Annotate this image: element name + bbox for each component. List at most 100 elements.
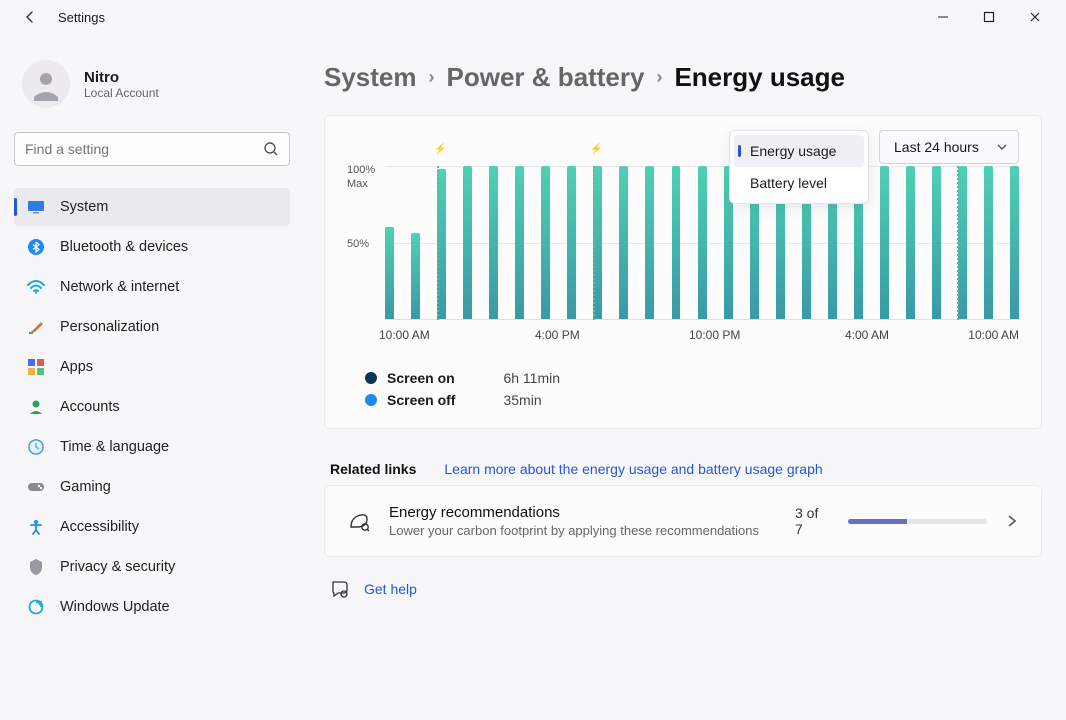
sidebar-item-network[interactable]: Network & internet (14, 268, 290, 306)
gamepad-icon (26, 477, 46, 497)
related-label: Related links (330, 461, 416, 477)
chart-bar[interactable] (567, 166, 576, 319)
charge-marker (593, 166, 595, 320)
legend-off-label: Screen off (387, 392, 455, 408)
get-help-row[interactable]: Get help (324, 557, 1042, 621)
avatar (22, 60, 70, 108)
chart-bar[interactable] (698, 166, 707, 319)
clock-icon (26, 437, 46, 457)
legend-on-value: 6h 11min (503, 370, 560, 386)
accessibility-icon (26, 517, 46, 537)
titlebar: Settings (0, 0, 1066, 34)
system-icon (26, 197, 46, 217)
profile-block[interactable]: Nitro Local Account (14, 48, 290, 126)
sidebar-item-privacy[interactable]: Privacy & security (14, 548, 290, 586)
rec-title: Energy recommendations (389, 504, 759, 521)
search-icon (263, 141, 279, 157)
sidebar-item-label: Apps (60, 359, 93, 375)
search-box[interactable] (14, 132, 290, 166)
close-button[interactable] (1012, 0, 1058, 34)
sidebar-item-personalization[interactable]: Personalization (14, 308, 290, 346)
breadcrumb: System › Power & battery › Energy usage (324, 62, 1042, 93)
metric-popup: Energy usage Battery level (729, 130, 869, 204)
help-label: Get help (364, 581, 417, 597)
sidebar-item-gaming[interactable]: Gaming (14, 468, 290, 506)
sidebar-item-label: Bluetooth & devices (60, 239, 188, 255)
y-label-100: 100% (347, 164, 375, 176)
back-button[interactable] (18, 5, 42, 29)
chart-bar[interactable] (515, 166, 524, 319)
update-icon (26, 597, 46, 617)
leaf-icon (347, 509, 371, 533)
charge-marker (437, 166, 439, 320)
x-tick: 10:00 AM (968, 328, 1019, 342)
sidebar-item-bluetooth[interactable]: Bluetooth & devices (14, 228, 290, 266)
help-icon (330, 579, 350, 599)
sidebar-item-apps[interactable]: Apps (14, 348, 290, 386)
rec-progress-bar (848, 519, 987, 524)
charging-icon: ⚡ (434, 144, 446, 155)
maximize-button[interactable] (966, 0, 1012, 34)
sidebar-item-label: Accounts (60, 399, 120, 415)
chevron-down-icon (996, 141, 1008, 153)
chevron-right-icon: › (429, 67, 435, 88)
related-link[interactable]: Learn more about the energy usage and ba… (444, 461, 822, 477)
person-icon (26, 397, 46, 417)
profile-name: Nitro (84, 69, 159, 86)
sidebar-item-accounts[interactable]: Accounts (14, 388, 290, 426)
legend-on-label: Screen on (387, 370, 455, 386)
rec-subtitle: Lower your carbon footprint by applying … (389, 523, 759, 538)
charging-icon: ⚡ (590, 144, 602, 155)
bluetooth-icon (26, 237, 46, 257)
sidebar-item-label: System (60, 199, 108, 215)
minimize-button[interactable] (920, 0, 966, 34)
chart-bar[interactable] (463, 166, 472, 319)
sidebar-item-label: Accessibility (60, 519, 139, 535)
chart-panel: Energy usage Battery level Last 24 hours… (324, 115, 1042, 429)
chart-bar[interactable] (619, 166, 628, 319)
x-tick: 4:00 PM (535, 328, 580, 342)
popup-item-energy[interactable]: Energy usage (734, 135, 864, 167)
chart-bar[interactable] (645, 166, 654, 319)
legend-swatch-off (365, 394, 377, 406)
brush-icon (26, 317, 46, 337)
chevron-right-icon (1005, 514, 1019, 528)
sidebar-item-time[interactable]: Time & language (14, 428, 290, 466)
shield-icon (26, 557, 46, 577)
chart-bar[interactable] (672, 166, 681, 319)
chevron-right-icon: › (656, 67, 662, 88)
chart-bar[interactable] (541, 166, 550, 319)
breadcrumb-mid[interactable]: Power & battery (447, 62, 645, 93)
main-content: System › Power & battery › Energy usage … (300, 34, 1066, 720)
sidebar-item-system[interactable]: System (14, 188, 290, 226)
x-tick: 10:00 PM (689, 328, 740, 342)
sidebar-item-accessibility[interactable]: Accessibility (14, 508, 290, 546)
chart-bar[interactable] (385, 227, 394, 319)
chart-bar[interactable] (411, 233, 420, 319)
search-input[interactable] (25, 141, 263, 157)
sidebar: Nitro Local Account System Bluetooth & d… (0, 34, 300, 720)
range-select-label: Last 24 hours (894, 139, 979, 155)
apps-icon (26, 357, 46, 377)
window-title: Settings (58, 10, 105, 25)
popup-item-battery[interactable]: Battery level (734, 167, 864, 199)
legend-swatch-on (365, 372, 377, 384)
sidebar-item-label: Windows Update (60, 599, 170, 615)
sidebar-item-label: Gaming (60, 479, 111, 495)
sidebar-item-label: Personalization (60, 319, 159, 335)
energy-recommendations-card[interactable]: Energy recommendations Lower your carbon… (324, 485, 1042, 557)
rec-progress-text: 3 of 7 (795, 505, 830, 537)
sidebar-item-label: Time & language (60, 439, 169, 455)
y-label-max: Max (347, 178, 368, 190)
chart-bar[interactable] (489, 166, 498, 319)
sidebar-item-label: Network & internet (60, 279, 179, 295)
y-label-50: 50% (347, 238, 369, 250)
x-tick: 4:00 AM (845, 328, 889, 342)
breadcrumb-root[interactable]: System (324, 62, 417, 93)
x-tick: 10:00 AM (379, 328, 430, 342)
sidebar-item-update[interactable]: Windows Update (14, 588, 290, 626)
range-select[interactable]: Last 24 hours (879, 130, 1019, 164)
related-links-row: Related links Learn more about the energ… (324, 443, 1042, 485)
sidebar-item-label: Privacy & security (60, 559, 175, 575)
legend-off-value: 35min (503, 392, 560, 408)
